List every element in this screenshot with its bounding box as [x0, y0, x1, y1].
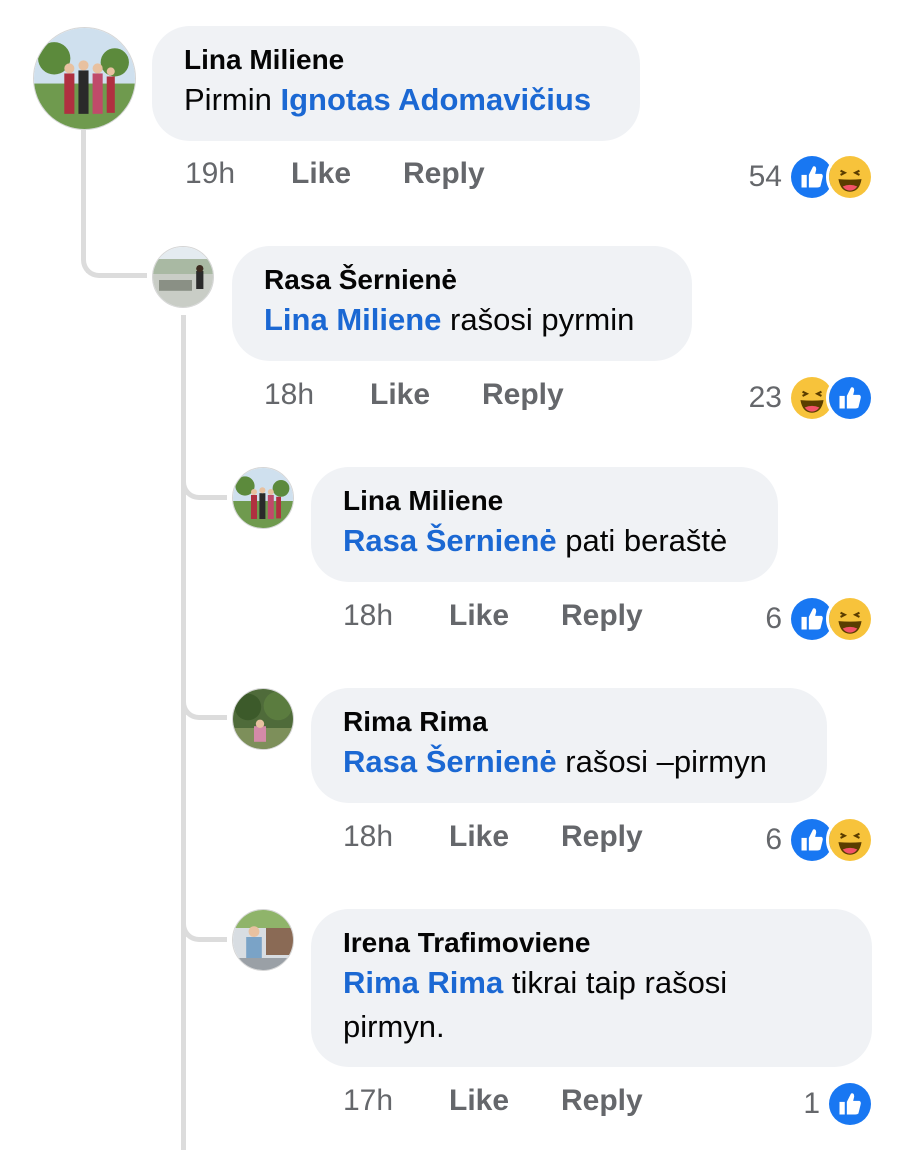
comment-timestamp[interactable]: 18h	[343, 598, 449, 634]
comment-author[interactable]: Rima Rima	[343, 704, 795, 740]
reaction-count: 6	[765, 602, 782, 635]
comment-actions: 19h Like Reply	[185, 156, 485, 192]
haha-icon	[826, 816, 874, 864]
reply-button[interactable]: Reply	[561, 598, 643, 634]
comment-text-after: tikrai taip rašosi	[503, 965, 728, 1000]
comment-timestamp[interactable]: 19h	[185, 156, 291, 192]
thread-curve-4	[181, 912, 227, 942]
comment-author[interactable]: Lina Miliene	[343, 483, 746, 519]
reaction-count: 1	[803, 1087, 820, 1120]
like-button[interactable]: Like	[449, 819, 561, 855]
comment-timestamp[interactable]: 17h	[343, 1083, 449, 1119]
reaction-count: 6	[765, 823, 782, 856]
thread-curve-1	[81, 228, 147, 278]
mention-link[interactable]: Rasa Šernienė	[343, 744, 557, 779]
comment-text-line2: pirmyn.	[343, 1009, 445, 1044]
reaction-count: 23	[748, 381, 782, 414]
comment-bubble: Lina Miliene Rasa Šernienė pati beraštė	[311, 467, 778, 582]
comment-text-before: Pirmin	[184, 82, 281, 117]
comment-author[interactable]: Rasa Šernienė	[264, 262, 660, 298]
comment-text: Pirmin Ignotas Adomavičius	[184, 78, 608, 122]
reply-button[interactable]: Reply	[403, 156, 485, 192]
comment-author[interactable]: Irena Trafimoviene	[343, 925, 840, 961]
thread-curve-3	[181, 690, 227, 720]
mention-link[interactable]: Ignotas Adomavičius	[280, 82, 591, 117]
reply-button[interactable]: Reply	[561, 1083, 643, 1119]
comment-text: Lina Miliene rašosi pyrmin	[264, 298, 660, 342]
reaction-summary[interactable]: 6	[765, 816, 874, 864]
reply-button[interactable]: Reply	[482, 377, 564, 413]
comment-bubble: Rasa Šernienė Lina Miliene rašosi pyrmin	[232, 246, 692, 361]
reaction-summary[interactable]: 1	[803, 1080, 874, 1128]
reaction-summary[interactable]: 54	[748, 153, 874, 201]
reaction-count: 54	[748, 160, 782, 193]
avatar[interactable]	[33, 27, 136, 130]
comment-author[interactable]: Lina Miliene	[184, 42, 608, 78]
comment-bubble: Rima Rima Rasa Šernienė rašosi –pirmyn	[311, 688, 827, 803]
mention-link[interactable]: Rima Rima	[343, 965, 503, 1000]
avatar[interactable]	[152, 246, 214, 308]
avatar-photo-icon	[233, 689, 293, 749]
comment-actions: 18h Like Reply	[343, 819, 643, 855]
like-button[interactable]: Like	[449, 1083, 561, 1119]
haha-icon	[826, 153, 874, 201]
comment-bubble: Lina Miliene Pirmin Ignotas Adomavičius	[152, 26, 640, 141]
thread-line-main	[81, 130, 86, 240]
like-button[interactable]: Like	[449, 598, 561, 634]
haha-icon	[826, 595, 874, 643]
avatar-photo-icon	[34, 28, 135, 129]
avatar[interactable]	[232, 688, 294, 750]
like-button[interactable]: Like	[370, 377, 482, 413]
reaction-summary[interactable]: 6	[765, 595, 874, 643]
comment-text-after: pati beraštė	[556, 523, 728, 558]
like-icon	[826, 1080, 874, 1128]
comment-text-after: rašosi –pirmyn	[556, 744, 767, 779]
comment-actions: 17h Like Reply	[343, 1083, 643, 1119]
like-icon	[826, 374, 874, 422]
comment-text: Rasa Šernienė rašosi –pirmyn	[343, 740, 795, 784]
mention-link[interactable]: Rasa Šernienė	[343, 523, 557, 558]
comment-timestamp[interactable]: 18h	[264, 377, 370, 413]
comment-text: Rima Rima tikrai taip rašosi	[343, 961, 840, 1005]
avatar[interactable]	[232, 909, 294, 971]
thread-curve-2	[181, 470, 227, 500]
comment-text: Rasa Šernienė pati beraštė	[343, 519, 746, 563]
mention-link[interactable]: Lina Miliene	[264, 302, 441, 337]
comment-actions: 18h Like Reply	[343, 598, 643, 634]
avatar-photo-icon	[233, 910, 293, 970]
avatar[interactable]	[232, 467, 294, 529]
avatar-photo-icon	[153, 247, 213, 307]
reply-button[interactable]: Reply	[561, 819, 643, 855]
thread-line-nested	[181, 315, 186, 1150]
comment-text-after: rašosi pyrmin	[441, 302, 635, 337]
comment-bubble: Irena Trafimoviene Rima Rima tikrai taip…	[311, 909, 872, 1067]
comment-timestamp[interactable]: 18h	[343, 819, 449, 855]
like-button[interactable]: Like	[291, 156, 403, 192]
comment-actions: 18h Like Reply	[264, 377, 564, 413]
reaction-summary[interactable]: 23	[748, 374, 874, 422]
avatar-photo-icon	[233, 468, 293, 528]
